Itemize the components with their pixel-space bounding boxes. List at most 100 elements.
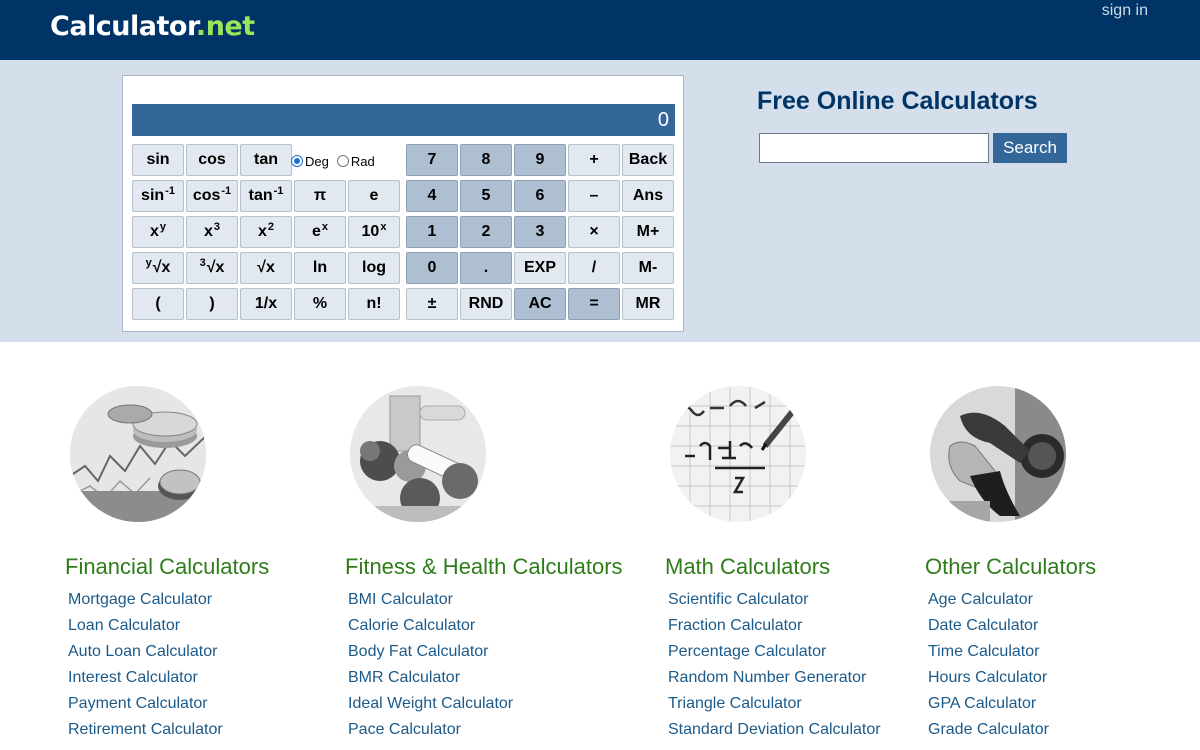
link-fraction-calculator[interactable]: Fraction Calculator	[668, 617, 881, 643]
link-loan-calculator[interactable]: Loan Calculator	[68, 617, 223, 643]
key-5[interactable]: 5	[460, 180, 512, 212]
deg-label: Deg	[305, 153, 329, 169]
link-bmi-calculator[interactable]: BMI Calculator	[348, 591, 513, 617]
key-ln[interactable]: ln	[294, 252, 346, 284]
link-bmr-calculator[interactable]: BMR Calculator	[348, 669, 513, 695]
key-plus[interactable]: +	[568, 144, 620, 176]
rad-radio[interactable]	[336, 155, 349, 167]
calculator-display: 0	[132, 104, 675, 136]
link-payment-calculator[interactable]: Payment Calculator	[68, 695, 223, 721]
key-divide[interactable]: /	[568, 252, 620, 284]
key-sqrt[interactable]: √x	[240, 252, 292, 284]
key-x-squared[interactable]: x2	[240, 216, 292, 248]
link-body-fat-calculator[interactable]: Body Fat Calculator	[348, 643, 513, 669]
math-equation-paper-image[interactable]	[670, 386, 806, 522]
key-7[interactable]: 7	[406, 144, 458, 176]
key-m-minus[interactable]: M-	[622, 252, 674, 284]
category-title[interactable]: Math Calculators	[665, 554, 830, 580]
key-asin[interactable]: sin -1	[132, 180, 184, 212]
math-equation-paper-icon	[670, 386, 806, 522]
deg-option[interactable]: Deg	[291, 154, 329, 169]
key-sin[interactable]: sin	[132, 144, 184, 176]
key-minus[interactable]: –	[568, 180, 620, 212]
key-percent[interactable]: %	[294, 288, 346, 320]
link-pace-calculator[interactable]: Pace Calculator	[348, 721, 513, 747]
link-random-number-generator[interactable]: Random Number Generator	[668, 669, 881, 695]
key-8[interactable]: 8	[460, 144, 512, 176]
key-3[interactable]: 3	[514, 216, 566, 248]
key-plus-minus[interactable]: ±	[406, 288, 458, 320]
link-auto-loan-calculator[interactable]: Auto Loan Calculator	[68, 643, 223, 669]
link-scientific-calculator[interactable]: Scientific Calculator	[668, 591, 881, 617]
link-retirement-calculator[interactable]: Retirement Calculator	[68, 721, 223, 747]
link-interest-calculator[interactable]: Interest Calculator	[68, 669, 223, 695]
link-percentage-calculator[interactable]: Percentage Calculator	[668, 643, 881, 669]
fuel-pump-nozzle-icon	[930, 386, 1066, 522]
link-list: Scientific Calculator Fraction Calculato…	[668, 591, 881, 747]
link-age-calculator[interactable]: Age Calculator	[928, 591, 1049, 617]
top-bar: Calculator.net sign in	[0, 0, 1200, 60]
link-grade-calculator[interactable]: Grade Calculator	[928, 721, 1049, 747]
link-date-calculator[interactable]: Date Calculator	[928, 617, 1049, 643]
key-acos[interactable]: cos -1	[186, 180, 238, 212]
site-logo[interactable]: Calculator.net	[50, 11, 255, 42]
key-cos[interactable]: cos	[186, 144, 238, 176]
key-times[interactable]: ×	[568, 216, 620, 248]
sign-in-link[interactable]: sign in	[1102, 2, 1148, 20]
link-triangle-calculator[interactable]: Triangle Calculator	[668, 695, 881, 721]
link-ideal-weight-calculator[interactable]: Ideal Weight Calculator	[348, 695, 513, 721]
key-m-plus[interactable]: M+	[622, 216, 674, 248]
key-equals[interactable]: =	[568, 288, 620, 320]
key-6[interactable]: 6	[514, 180, 566, 212]
link-list: BMI Calculator Calorie Calculator Body F…	[348, 591, 513, 747]
key-9[interactable]: 9	[514, 144, 566, 176]
key-exp[interactable]: EXP	[514, 252, 566, 284]
key-tan[interactable]: tan	[240, 144, 292, 176]
link-calorie-calculator[interactable]: Calorie Calculator	[348, 617, 513, 643]
key-cube-root[interactable]: 3 √x	[186, 252, 238, 284]
key-y-root[interactable]: y √x	[132, 252, 184, 284]
key-right-paren[interactable]: )	[186, 288, 238, 320]
search-button[interactable]: Search	[993, 133, 1067, 163]
key-rnd[interactable]: RND	[460, 288, 512, 320]
key-0[interactable]: 0	[406, 252, 458, 284]
finance-coins-chart-image[interactable]	[70, 386, 206, 522]
key-left-paren[interactable]: (	[132, 288, 184, 320]
key-back[interactable]: Back	[622, 144, 674, 176]
link-gpa-calculator[interactable]: GPA Calculator	[928, 695, 1049, 721]
key-reciprocal[interactable]: 1/x	[240, 288, 292, 320]
key-pi[interactable]: π	[294, 180, 346, 212]
key-x-cubed[interactable]: x3	[186, 216, 238, 248]
link-mortgage-calculator[interactable]: Mortgage Calculator	[68, 591, 223, 617]
key-4[interactable]: 4	[406, 180, 458, 212]
key-mr[interactable]: MR	[622, 288, 674, 320]
key-e-pow-x[interactable]: ex	[294, 216, 346, 248]
key-e[interactable]: e	[348, 180, 400, 212]
rad-option[interactable]: Rad	[336, 154, 375, 169]
key-ac[interactable]: AC	[514, 288, 566, 320]
key-x-pow-y[interactable]: xy	[132, 216, 184, 248]
key-ten-pow-x[interactable]: 10 x	[348, 216, 400, 248]
scientific-calculator: 0 sin cos tan Deg Rad 7 8 9 + Back sin -1…	[122, 75, 684, 332]
key-atan[interactable]: tan -1	[240, 180, 292, 212]
angle-mode-selector: Deg Rad	[291, 145, 387, 177]
link-time-calculator[interactable]: Time Calculator	[928, 643, 1049, 669]
key-dot[interactable]: .	[460, 252, 512, 284]
fuel-pump-nozzle-image[interactable]	[930, 386, 1066, 522]
key-2[interactable]: 2	[460, 216, 512, 248]
category-title[interactable]: Financial Calculators	[65, 554, 269, 580]
link-standard-deviation-calculator[interactable]: Standard Deviation Calculator	[668, 721, 881, 747]
hero-section: 0 sin cos tan Deg Rad 7 8 9 + Back sin -1…	[0, 60, 1200, 342]
category-title[interactable]: Other Calculators	[925, 554, 1096, 580]
link-list: Age Calculator Date Calculator Time Calc…	[928, 591, 1049, 747]
key-log[interactable]: log	[348, 252, 400, 284]
page-title: Free Online Calculators	[757, 87, 1038, 115]
key-factorial[interactable]: n!	[348, 288, 400, 320]
key-ans[interactable]: Ans	[622, 180, 674, 212]
category-title[interactable]: Fitness & Health Calculators	[345, 554, 623, 580]
key-1[interactable]: 1	[406, 216, 458, 248]
deg-radio[interactable]	[291, 155, 303, 167]
fitness-food-tape-image[interactable]	[350, 386, 486, 522]
search-input[interactable]	[759, 133, 989, 163]
link-hours-calculator[interactable]: Hours Calculator	[928, 669, 1049, 695]
